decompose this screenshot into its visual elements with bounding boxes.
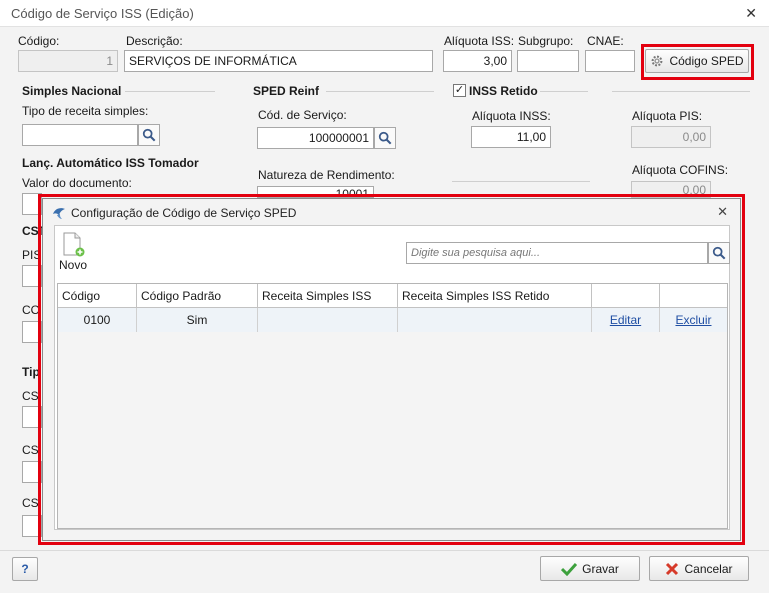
sped-grid: Código Código Padrão Receita Simples ISS… <box>57 283 728 529</box>
footer-divider <box>0 550 769 551</box>
close-icon[interactable]: ✕ <box>745 5 757 22</box>
pis-label: PIS <box>22 248 42 262</box>
column-header-codigo-padrao[interactable]: Código Padrão <box>137 284 258 308</box>
search-icon <box>142 128 156 142</box>
pis-field[interactable] <box>22 265 42 287</box>
novo-label: Novo <box>59 258 88 272</box>
check-icon <box>561 562 578 576</box>
cofins-field[interactable] <box>22 321 42 343</box>
aliquota-pis-label: Alíquota PIS: <box>632 109 703 123</box>
descricao-label: Descrição: <box>126 34 183 48</box>
cod-servico-search-button[interactable] <box>374 127 396 149</box>
sped-config-dialog: Configuração de Código de Serviço SPED ✕… <box>42 198 741 541</box>
divider <box>326 91 434 92</box>
cnae-field[interactable] <box>585 50 635 72</box>
divider <box>452 181 590 182</box>
tipo-receita-search-button[interactable] <box>138 124 160 146</box>
cell-codigo-padrao: Sim <box>137 308 258 332</box>
cst-field-2[interactable] <box>22 461 42 483</box>
cod-servico-label: Cód. de Serviço: <box>258 108 347 122</box>
tipo-receita-field[interactable] <box>22 124 138 146</box>
title-bar: Código de Serviço ISS (Edição) ✕ <box>0 0 769 27</box>
new-document-icon <box>63 232 85 257</box>
column-header-editar <box>592 284 660 308</box>
simples-title: Simples Nacional <box>22 84 122 98</box>
cell-excluir: Excluir <box>660 308 727 332</box>
cell-codigo: 0100 <box>58 308 137 332</box>
codigo-field[interactable]: 1 <box>18 50 118 72</box>
cnae-label: CNAE: <box>587 34 624 48</box>
codigo-sped-label: Código SPED <box>669 54 744 68</box>
inss-checkbox[interactable]: ✓ <box>453 84 466 97</box>
aliquota-cofins-field[interactable]: 0,00 <box>631 181 711 198</box>
subgrupo-label: Subgrupo: <box>518 34 574 48</box>
dialog-search-button[interactable] <box>708 242 730 264</box>
gravar-button[interactable]: Gravar <box>540 556 640 581</box>
divider <box>125 91 215 92</box>
excluir-link[interactable]: Excluir <box>675 313 711 327</box>
gear-icon <box>652 55 663 67</box>
cod-servico-field[interactable]: 100000001 <box>257 127 374 149</box>
dialog-title: Configuração de Código de Serviço SPED <box>71 206 297 220</box>
aliquota-inss-label: Alíquota INSS: <box>472 109 551 123</box>
search-icon <box>378 131 392 145</box>
tipo-title: Tip <box>22 365 40 379</box>
valor-doc-label: Valor do documento: <box>22 176 132 190</box>
column-header-receita-iss-retido[interactable]: Receita Simples ISS Retido <box>398 284 592 308</box>
valor-doc-field[interactable] <box>22 193 42 215</box>
column-header-excluir <box>660 284 727 308</box>
reinf-title: SPED Reinf <box>253 84 320 98</box>
cell-receita-iss-retido <box>398 308 592 332</box>
dialog-search-input[interactable]: Digite sua pesquisa aqui... <box>406 242 708 264</box>
cofins-label: CO <box>22 303 40 317</box>
codigo-sped-button[interactable]: Código SPED <box>645 49 749 73</box>
aliquota-inss-field[interactable]: 11,00 <box>471 126 551 148</box>
search-icon <box>712 246 726 260</box>
divider <box>612 91 750 92</box>
gravar-label: Gravar <box>582 561 619 576</box>
cell-editar: Editar <box>592 308 660 332</box>
dialog-close-icon[interactable]: ✕ <box>717 204 728 220</box>
novo-button[interactable]: Novo <box>59 232 93 274</box>
cst-field-3[interactable] <box>22 515 42 537</box>
cst-label-2: CS <box>22 443 39 457</box>
editar-link[interactable]: Editar <box>610 313 641 327</box>
codigo-label: Código: <box>18 34 60 48</box>
descricao-field[interactable]: SERVIÇOS DE INFORMÁTICA <box>124 50 433 72</box>
tipo-receita-label: Tipo de receita simples: <box>22 104 149 118</box>
window-title: Código de Serviço ISS (Edição) <box>11 6 194 21</box>
subgrupo-field[interactable] <box>517 50 579 72</box>
natureza-label: Natureza de Rendimento: <box>258 168 395 182</box>
divider <box>540 91 588 92</box>
column-header-codigo[interactable]: Código <box>58 284 137 308</box>
natureza-field[interactable]: 10001 <box>257 186 374 198</box>
cell-receita-iss <box>258 308 398 332</box>
cancelar-label: Cancelar <box>684 561 733 576</box>
aliquota-iss-field[interactable]: 3,00 <box>443 50 512 72</box>
app-logo-icon <box>53 208 65 219</box>
cancel-icon <box>666 562 679 575</box>
help-button[interactable]: ? <box>12 557 38 581</box>
column-header-receita-iss[interactable]: Receita Simples ISS <box>258 284 398 308</box>
cst-field-1[interactable] <box>22 406 42 428</box>
lanc-title: Lanç. Automático ISS Tomador <box>22 156 199 170</box>
aliquota-cofins-label: Alíquota COFINS: <box>632 163 729 177</box>
aliquota-pis-field[interactable]: 0,00 <box>631 126 711 148</box>
dialog-body: Novo Digite sua pesquisa aqui... Código … <box>54 225 730 530</box>
cst-label-1: CS <box>22 389 39 403</box>
aliquota-iss-label: Alíquota ISS: <box>444 34 515 48</box>
cst-label-3: CS <box>22 496 39 510</box>
grid-empty-area <box>58 332 727 528</box>
cancelar-button[interactable]: Cancelar <box>649 556 749 581</box>
inss-title: INSS Retido <box>469 84 538 98</box>
